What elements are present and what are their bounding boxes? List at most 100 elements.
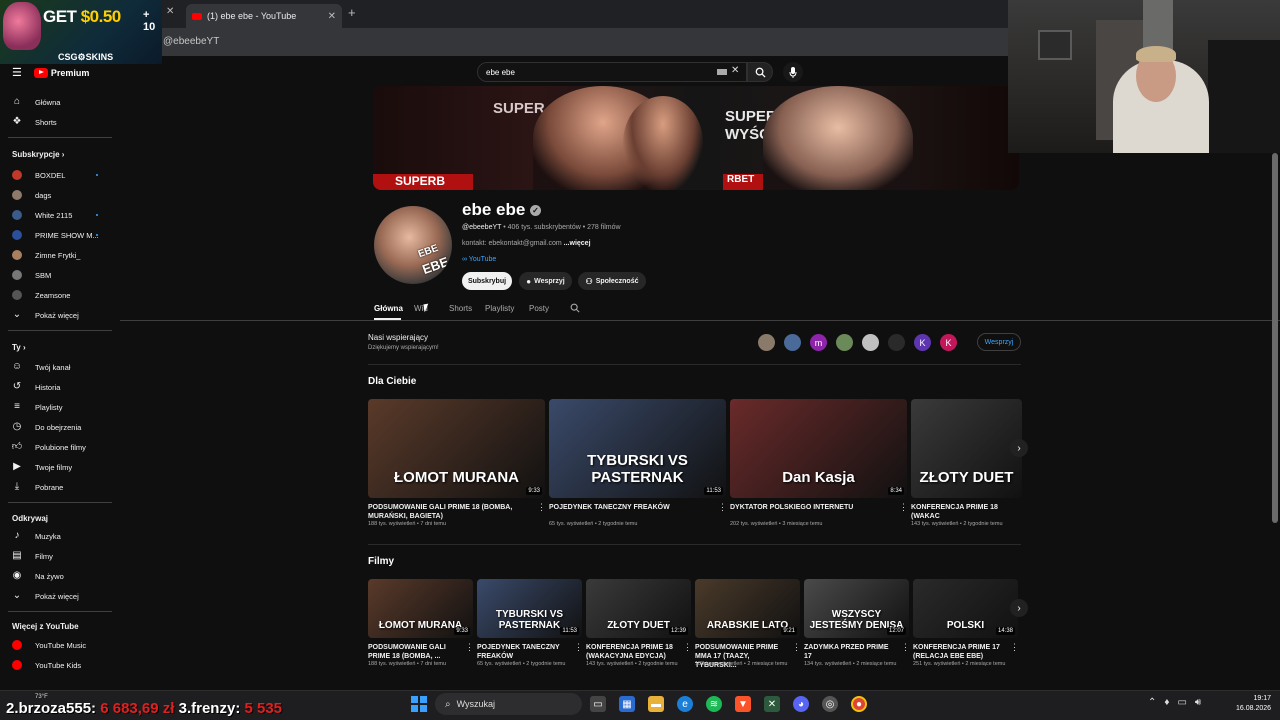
video-title[interactable]: PODSUMOWANIE GALI PRIME 18 (BOMBA, ... xyxy=(368,643,459,661)
store-icon[interactable]: ▦ xyxy=(619,696,635,712)
sidebar-item-history[interactable]: ↺ Historia xyxy=(0,377,118,397)
sidebar-item-shorts[interactable]: ❖ Shorts xyxy=(0,112,118,132)
supporter-avatar[interactable] xyxy=(758,334,775,351)
sidebar-item-live[interactable]: ◉ Na żywo xyxy=(0,566,118,586)
keyboard-icon[interactable] xyxy=(717,69,727,75)
youtube-logo[interactable]: ☰ Premium xyxy=(12,66,89,79)
supporter-avatar[interactable]: K xyxy=(940,334,957,351)
video-thumbnail[interactable]: TYBURSKI VS PASTERNAK 11:53 xyxy=(477,579,582,638)
sidebar-show-more[interactable]: ⌄ Pokaż więcej xyxy=(0,305,118,325)
sidebar-sub-item[interactable]: SBM xyxy=(0,265,118,285)
search-clear-icon[interactable]: ✕ xyxy=(731,65,739,76)
sidebar-item-downloads[interactable]: ⤓ Pobrane xyxy=(0,477,118,497)
edge-icon[interactable]: e xyxy=(677,696,693,712)
browser-tab-active[interactable]: (1) ebe ebe - YouTube ✕ xyxy=(186,4,342,28)
subscriptions-header[interactable]: Subskrypcje › xyxy=(12,150,64,159)
video-title[interactable]: ZADYMKA PRZED PRIME 17 xyxy=(804,643,895,661)
video-thumbnail[interactable]: ARABSKIE LATO 9:21 xyxy=(695,579,800,638)
hamburger-menu-icon[interactable]: ☰ xyxy=(12,66,22,79)
community-button[interactable]: ⚇ Społeczność xyxy=(578,272,646,290)
video-thumbnail[interactable]: ŁOMOT MURANA 9:33 xyxy=(368,399,545,498)
sidebar-sub-item[interactable]: White 2115 xyxy=(0,205,118,225)
sidebar-item-music[interactable]: ♪ Muzyka xyxy=(0,526,118,546)
spotify-icon[interactable]: ≋ xyxy=(706,696,722,712)
promo-tab-close-icon[interactable]: ✕ xyxy=(166,6,174,17)
sidebar-item-home[interactable]: ⌂ Główna xyxy=(0,92,118,112)
more-options-icon[interactable]: ⋮ xyxy=(537,502,546,513)
more-options-icon[interactable]: ⋮ xyxy=(574,642,583,653)
supporters-support-button[interactable]: Wesprzyj xyxy=(977,333,1021,351)
supporter-avatar[interactable] xyxy=(888,334,905,351)
channel-link[interactable]: ∞ YouTube xyxy=(462,256,496,263)
video-thumbnail[interactable]: Dan Kasja 8:34 xyxy=(730,399,907,498)
more-options-icon[interactable]: ⋮ xyxy=(901,642,910,653)
taskbar-clock[interactable]: 19:17 16.08.2026 xyxy=(1236,694,1271,714)
new-tab-plus-icon[interactable]: + xyxy=(348,5,356,20)
video-thumbnail[interactable]: WSZYSCY JESTEŚMY DENISA 12:07 xyxy=(804,579,909,638)
tab-playlists[interactable]: Playlisty xyxy=(485,304,514,313)
more-link[interactable]: ...więcej xyxy=(562,240,591,247)
supporter-avatar[interactable] xyxy=(862,334,879,351)
subscribe-button[interactable]: Subskrybuj xyxy=(462,272,512,290)
video-title[interactable]: POJEDYNEK TANECZNY FREAKÓW xyxy=(477,643,568,661)
video-thumbnail[interactable]: TYBURSKI VS PASTERNAK 11:53 xyxy=(549,399,726,498)
sidebar-item-watch-later[interactable]: ◷ Do obejrzenia xyxy=(0,417,118,437)
support-button[interactable]: ● Wesprzyj xyxy=(519,272,572,290)
video-title[interactable]: KONFERENCJA PRIME 18 (WAKACYJNA EDYCJA) xyxy=(586,643,677,661)
video-title[interactable]: POJEDYNEK TANECZNY FREAKÓW xyxy=(549,503,712,512)
taskbar-search-input[interactable]: ⌕ Wyszukaj xyxy=(435,693,582,715)
sidebar-sub-item[interactable]: PRIME SHOW M... xyxy=(0,225,118,245)
windows-start-icon[interactable] xyxy=(411,696,427,712)
tab-close-icon[interactable]: ✕ xyxy=(328,11,336,22)
search-input[interactable]: ebe ebe xyxy=(477,62,747,82)
video-title[interactable]: KONFERENCJA PRIME 17 (RELACJA EBE EBE) xyxy=(913,643,1004,661)
you-header[interactable]: Ty › xyxy=(12,343,26,352)
sidebar-show-more[interactable]: ⌄ Pokaż więcej xyxy=(0,586,118,606)
chrome-icon[interactable]: ● xyxy=(851,696,867,712)
sidebar-sub-item[interactable]: dags xyxy=(0,185,118,205)
video-thumbnail[interactable]: POLSKI 14:38 xyxy=(913,579,1018,638)
video-title[interactable]: PODSUMOWANIE GALI PRIME 18 (BOMBA, MURAŃ… xyxy=(368,503,531,521)
sidebar-item-your-channel[interactable]: ☺ Twój kanał xyxy=(0,357,118,377)
tab-shorts[interactable]: Shorts xyxy=(449,304,472,313)
sidebar-item-your-videos[interactable]: ▶ Twoje filmy xyxy=(0,457,118,477)
search-button[interactable] xyxy=(747,62,773,82)
voice-search-button[interactable] xyxy=(783,62,803,82)
more-options-icon[interactable]: ⋮ xyxy=(683,642,692,653)
video-title[interactable]: KONFERENCJA PRIME 18 (WAKAC xyxy=(911,503,1008,521)
sidebar-item-liked[interactable]: 👍︎ Polubione filmy xyxy=(0,437,118,457)
video-thumbnail[interactable]: ZŁOTY DUET xyxy=(911,399,1022,498)
page-scrollbar[interactable] xyxy=(1272,153,1278,523)
channel-description[interactable]: kontakt: ebekontakt@gmail.com ...więcej xyxy=(462,240,591,247)
supporter-avatar[interactable]: K xyxy=(914,334,931,351)
shelf-next-arrow-icon[interactable]: › xyxy=(1010,439,1028,457)
shelf-next-arrow-icon[interactable]: › xyxy=(1010,599,1028,617)
more-options-icon[interactable]: ⋮ xyxy=(718,502,727,513)
video-thumbnail[interactable]: ZŁOTY DUET 12:39 xyxy=(586,579,691,638)
obs-icon[interactable]: ◎ xyxy=(822,696,838,712)
more-options-icon[interactable]: ⋮ xyxy=(792,642,801,653)
promo-banner[interactable]: GET $0.50 + 10 CSG⚙SKINS xyxy=(0,0,162,64)
channel-avatar[interactable]: EBE EBE xyxy=(374,206,452,284)
supporter-avatar[interactable] xyxy=(784,334,801,351)
more-options-icon[interactable]: ⋮ xyxy=(1010,642,1019,653)
sidebar-sub-item[interactable]: BOXDEL xyxy=(0,165,118,185)
terminal-icon[interactable]: ✕ xyxy=(764,696,780,712)
supporter-avatar[interactable] xyxy=(836,334,853,351)
brave-icon[interactable]: ▼ xyxy=(735,696,751,712)
video-thumbnail[interactable]: ŁOMOT MURANA 9:33 xyxy=(368,579,473,638)
sidebar-item-youtube-kids[interactable]: YouTube Kids xyxy=(0,655,118,675)
file-explorer-icon[interactable]: ▬ xyxy=(648,696,664,712)
supporter-avatar[interactable]: m xyxy=(810,334,827,351)
more-options-icon[interactable]: ⋮ xyxy=(899,502,908,513)
task-view-icon[interactable]: ▭ xyxy=(590,696,606,712)
tab-home[interactable]: Główna xyxy=(374,304,403,313)
sidebar-sub-item[interactable]: Zeamsone xyxy=(0,285,118,305)
sidebar-item-films[interactable]: ▤ Filmy xyxy=(0,546,118,566)
more-options-icon[interactable]: ⋮ xyxy=(465,642,474,653)
address-bar[interactable]: @ebeebeYT xyxy=(160,28,1008,56)
sidebar-sub-item[interactable]: Zimne Frytki_ xyxy=(0,245,118,265)
channel-search-icon[interactable] xyxy=(570,303,580,315)
discord-icon[interactable]: ◕ xyxy=(793,696,809,712)
sidebar-item-playlists[interactable]: ≡ Playlisty xyxy=(0,397,118,417)
